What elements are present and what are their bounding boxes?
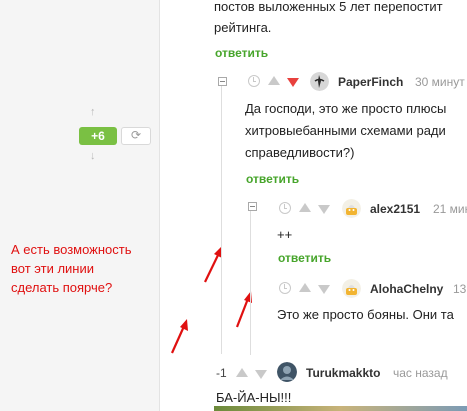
- comment-username[interactable]: Turukmakkto: [306, 366, 380, 380]
- clock-icon: [279, 282, 291, 294]
- clock-icon: [279, 202, 291, 214]
- upvote-icon[interactable]: [236, 368, 248, 377]
- upvote-icon[interactable]: [299, 203, 311, 212]
- comment-text: Да господи, это же просто плюсы: [245, 101, 447, 116]
- reply-link[interactable]: ответить: [278, 251, 331, 265]
- upvote-icon[interactable]: [299, 283, 311, 292]
- comment-time[interactable]: 13: [453, 282, 466, 296]
- red-arrow-icon: [235, 291, 252, 328]
- rating-sidebar: ↑ +6 ⟳ ↓ А есть возможность вот эти лини…: [0, 0, 160, 411]
- avatar[interactable]: [342, 199, 361, 218]
- comment-text: рейтинга.: [214, 20, 272, 35]
- thread-line[interactable]: [250, 205, 251, 355]
- red-arrow-icon: [170, 319, 188, 354]
- downvote-icon[interactable]: [318, 285, 330, 294]
- comment-text: хитровыебанными схемами ради: [245, 123, 446, 138]
- avatar[interactable]: [342, 279, 361, 298]
- comment-text: постов выложенных 5 лет перепостит: [214, 0, 443, 14]
- refresh-icon: ⟳: [130, 128, 142, 142]
- collapse-toggle[interactable]: [218, 77, 227, 86]
- comment-text: БА-ЙА-НЫ!!!: [216, 390, 292, 405]
- arrow-down-icon: ↓: [90, 150, 96, 162]
- clock-icon: [248, 75, 260, 87]
- comment-score: -1: [216, 366, 227, 380]
- downvote-icon[interactable]: [287, 78, 299, 87]
- downvote-icon[interactable]: [318, 205, 330, 214]
- red-annotation: А есть возможность вот эти линии сделать…: [11, 240, 157, 297]
- comment-time[interactable]: 21 мин: [433, 202, 467, 216]
- annotation-line: А есть возможность: [11, 242, 132, 257]
- red-arrow-icon: [204, 246, 222, 283]
- comment-text: Это же просто бояны. Они та: [277, 307, 454, 322]
- rating-badge: +6: [79, 127, 117, 145]
- attached-image[interactable]: [214, 406, 467, 411]
- arrow-up-icon: ↑: [90, 106, 96, 118]
- comment-time[interactable]: 30 минут: [415, 75, 465, 89]
- reply-link[interactable]: ответить: [215, 46, 268, 60]
- avatar[interactable]: [310, 72, 329, 91]
- thread-line[interactable]: [221, 84, 222, 354]
- downvote-icon[interactable]: [255, 370, 267, 379]
- annotation-line: вот эти линии: [11, 261, 94, 276]
- comment-username[interactable]: alex2151: [370, 202, 420, 216]
- refresh-button[interactable]: ⟳: [121, 127, 151, 145]
- comment-username[interactable]: AlohaChelny: [370, 282, 443, 296]
- avatar[interactable]: [277, 362, 297, 382]
- collapse-toggle[interactable]: [248, 202, 257, 211]
- annotation-line: сделать пoярче?: [11, 280, 113, 295]
- comment-time[interactable]: час назад: [393, 366, 448, 380]
- reply-link[interactable]: ответить: [246, 172, 299, 186]
- upvote-icon[interactable]: [268, 76, 280, 85]
- comment-username[interactable]: PaperFinch: [338, 75, 403, 89]
- comment-text: справедливости?): [245, 145, 355, 160]
- comment-text: ++: [277, 227, 293, 242]
